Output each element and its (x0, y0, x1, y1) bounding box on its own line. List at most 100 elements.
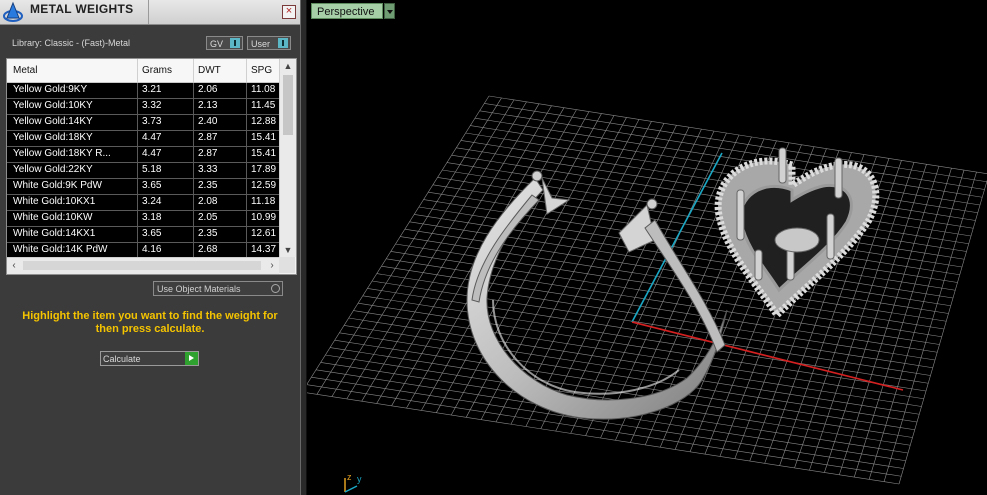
metal-cell: Yellow Gold:18KY R... (13, 148, 111, 159)
user-dropdown[interactable]: User (247, 36, 291, 50)
ground-grid (307, 95, 987, 485)
vertical-scrollbar[interactable]: ▲ ▼ (279, 59, 296, 257)
dwt-cell: 2.08 (198, 196, 218, 207)
column-header-grams[interactable]: Grams (142, 65, 172, 76)
dwt-cell: 2.87 (198, 132, 218, 143)
title-divider (148, 0, 149, 24)
metal-cell: Yellow Gold:22KY (13, 164, 93, 175)
table-row[interactable]: Yellow Gold:18KY 4.47 2.87 15.41 (7, 131, 279, 147)
column-header-metal[interactable]: Metal (13, 65, 37, 76)
halo-head-model (714, 147, 880, 321)
metal-cell: White Gold:14KX1 (13, 228, 96, 239)
gv-dropdown[interactable]: GV (206, 36, 243, 50)
spg-cell: 10.99 (251, 212, 277, 223)
chevron-down-icon[interactable] (384, 3, 395, 19)
grams-cell: 3.32 (142, 100, 162, 111)
horizontal-scrollbar[interactable]: ‹ › (7, 257, 279, 274)
scroll-right-icon[interactable]: › (265, 258, 279, 274)
table-row[interactable]: Yellow Gold:9KY 3.21 2.06 11.08 (7, 83, 279, 99)
spg-cell: 15.41 (251, 148, 277, 159)
grid-line (311, 376, 904, 469)
spg-cell: 11.08 (251, 84, 276, 95)
spg-cell: 14.37 (251, 244, 277, 255)
metal-cell: White Gold:10KX1 (13, 196, 96, 207)
calculate-label: Calculate (103, 354, 141, 364)
spg-cell: 12.61 (251, 228, 277, 239)
table-row[interactable]: White Gold:10KW 3.18 2.05 10.99 (7, 211, 279, 227)
dropdown-arrow-icon (230, 38, 240, 48)
table-row[interactable]: Yellow Gold:10KY 3.32 2.13 11.45 (7, 99, 279, 115)
axis-gizmo: z y (344, 472, 362, 493)
spg-cell: 11.45 (251, 100, 276, 111)
column-header-dwt[interactable]: DWT (198, 65, 221, 76)
grams-cell: 3.24 (142, 196, 162, 207)
spg-cell: 11.18 (251, 196, 276, 207)
panel-title: METAL WEIGHTS (30, 2, 134, 16)
dwt-cell: 2.40 (198, 116, 218, 127)
table-row[interactable]: Yellow Gold:22KY 5.18 3.33 17.89 (7, 163, 279, 179)
gizmo-y-label: y (357, 474, 362, 484)
dwt-cell: 2.06 (198, 84, 218, 95)
table-row[interactable]: White Gold:14KX1 3.65 2.35 12.61 (7, 227, 279, 243)
scroll-down-icon[interactable]: ▼ (280, 243, 296, 257)
grams-cell: 3.18 (142, 212, 162, 223)
grams-cell: 4.47 (142, 132, 162, 143)
scene-canvas: z y (307, 95, 987, 493)
perspective-view-tab[interactable]: Perspective (311, 3, 383, 19)
table-header: Metal Grams DWT SPG (7, 59, 279, 83)
panel-titlebar: METAL WEIGHTS × (0, 0, 300, 25)
horizontal-scroll-thumb[interactable] (23, 261, 261, 270)
grams-cell: 4.16 (142, 244, 162, 255)
grams-cell: 3.65 (142, 180, 162, 191)
column-divider (246, 59, 247, 82)
table-row[interactable]: Yellow Gold:18KY R... 4.47 2.87 15.41 (7, 147, 279, 163)
column-divider (137, 59, 138, 82)
play-icon (185, 352, 198, 365)
gv-dropdown-label: GV (210, 39, 224, 49)
spg-cell: 12.59 (251, 180, 277, 191)
metal-cell: White Gold:9K PdW (13, 180, 102, 191)
metal-weights-panel: METAL WEIGHTS × Library: Classic - (Fast… (0, 0, 300, 495)
app-logo-icon (3, 1, 23, 22)
instruction-text: Highlight the item you want to find the … (22, 310, 278, 335)
spg-cell: 15.41 (251, 132, 277, 143)
scroll-up-icon[interactable]: ▲ (280, 59, 296, 73)
grid-line (868, 170, 965, 480)
close-button[interactable]: × (282, 5, 296, 19)
grams-cell: 3.65 (142, 228, 162, 239)
dwt-cell: 2.13 (198, 100, 218, 111)
panel-splitter[interactable] (300, 0, 307, 495)
grams-cell: 3.73 (142, 116, 162, 127)
dwt-cell: 3.33 (198, 164, 218, 175)
grid-line (883, 171, 977, 482)
table-row[interactable]: White Gold:10KX1 3.24 2.08 11.18 (7, 195, 279, 211)
x-axis-line (631, 321, 904, 391)
radio-icon (271, 284, 280, 293)
scrollbar-corner (279, 257, 295, 273)
spg-cell: 12.88 (251, 116, 277, 127)
perspective-viewport[interactable]: z y Perspective (307, 0, 987, 495)
grid-line (307, 384, 902, 477)
library-label: Library: Classic - (Fast)-Metal (12, 38, 131, 48)
metal-cell: Yellow Gold:14KY (13, 116, 93, 127)
metal-cell: White Gold:14K PdW (13, 244, 108, 255)
dwt-cell: 2.35 (198, 228, 218, 239)
spg-cell: 17.89 (251, 164, 277, 175)
dwt-cell: 2.05 (198, 212, 218, 223)
grams-cell: 5.18 (142, 164, 162, 175)
table-row[interactable]: Yellow Gold:14KY 3.73 2.40 12.88 (7, 115, 279, 131)
metal-table: Metal Grams DWT SPG Yellow Gold:9KY 3.21… (6, 58, 297, 275)
dropdown-arrow-icon (278, 38, 288, 48)
scroll-left-icon[interactable]: ‹ (7, 258, 21, 274)
use-object-materials-label: Use Object Materials (157, 284, 241, 294)
dwt-cell: 2.87 (198, 148, 218, 159)
calculate-button[interactable]: Calculate (100, 351, 199, 366)
vertical-scroll-thumb[interactable] (283, 75, 293, 135)
table-row[interactable]: White Gold:9K PdW 3.65 2.35 12.59 (7, 179, 279, 195)
use-object-materials-toggle[interactable]: Use Object Materials (153, 281, 283, 296)
column-divider (193, 59, 194, 82)
metal-cell: Yellow Gold:9KY (13, 84, 88, 95)
metal-cell: White Gold:10KW (13, 212, 93, 223)
column-header-spg[interactable]: SPG (251, 65, 272, 76)
metal-cell: Yellow Gold:10KY (13, 100, 93, 111)
